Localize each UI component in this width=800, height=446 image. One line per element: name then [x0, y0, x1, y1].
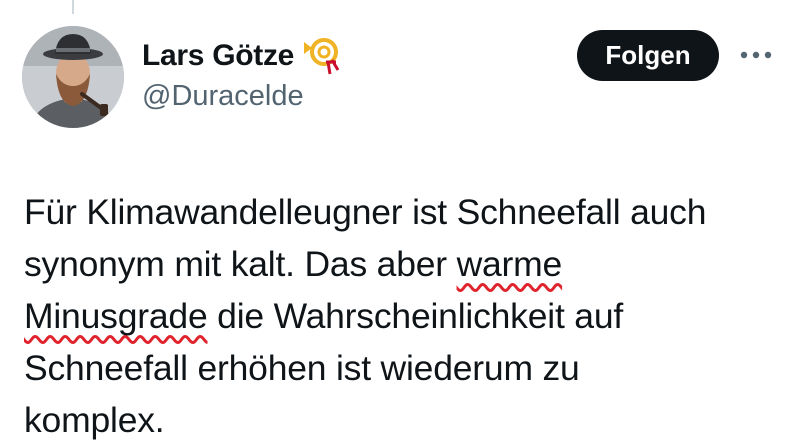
more-options-button[interactable] — [733, 40, 779, 70]
tweet-text: Für Klimawandelleugner ist Schneefall au… — [24, 186, 794, 446]
avatar[interactable] — [22, 26, 124, 128]
author-handle[interactable]: @Duracelde — [142, 80, 304, 113]
more-dots-icon — [740, 51, 772, 59]
tweet-text-segment: die Wahrscheinlichkeit auf — [207, 296, 624, 336]
spellcheck-marked-word: warme — [456, 244, 563, 284]
tweet-text-line: Für Klimawandelleugner ist Schneefall au… — [24, 186, 794, 238]
posthorn-icon — [302, 36, 346, 76]
tweet-text-segment: Für Klimawandelleugner ist Schneefall au… — [24, 192, 707, 232]
tweet-text-line: Minusgrade die Wahrscheinlichkeit auf — [24, 290, 794, 342]
tweet-text-segment: synonym mit kalt. Das aber — [24, 244, 457, 284]
tweet-text-line: synonym mit kalt. Das aber warme — [24, 238, 794, 290]
tweet-text-segment: komplex. — [24, 400, 165, 440]
tweet-text-line: komplex. — [24, 394, 794, 446]
thread-connector-line — [72, 0, 74, 14]
spellcheck-marked-word: Minusgrade — [24, 296, 208, 336]
follow-button[interactable]: Folgen — [577, 30, 719, 81]
profile-photo — [22, 26, 124, 128]
author-name-row: Lars Götze — [142, 36, 346, 76]
author-display-name[interactable]: Lars Götze — [142, 39, 294, 73]
tweet-text-line: Schneefall erhöhen ist wiederum zu — [24, 342, 794, 394]
tweet-text-segment: Schneefall erhöhen ist wiederum zu — [24, 348, 580, 388]
